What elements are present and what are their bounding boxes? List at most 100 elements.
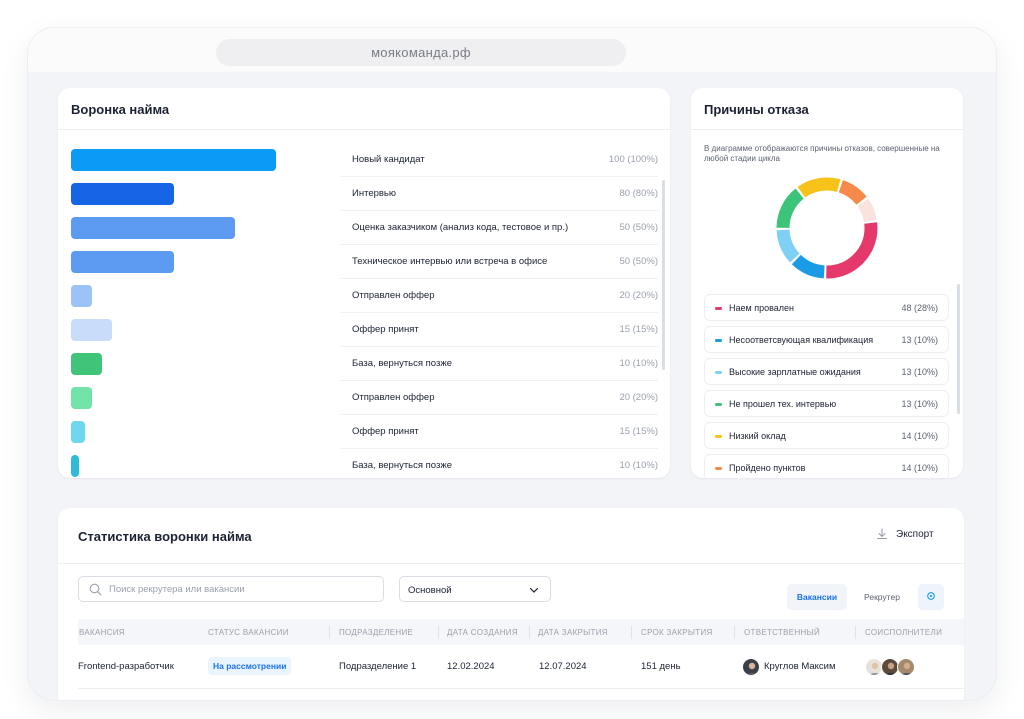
reason-value: 13 (10%) — [901, 367, 938, 377]
col-separator — [438, 626, 439, 639]
col-separator — [631, 626, 632, 639]
funnel-row[interactable]: Новый кандидат 100 (100%) — [71, 143, 658, 177]
funnel-bar — [71, 217, 235, 239]
search-input[interactable] — [109, 581, 369, 598]
reason-item[interactable]: Пройдено пунктов 14 (10%) — [704, 454, 949, 478]
funnel-stage-value: 10 (10%) — [619, 460, 658, 471]
col-coexecutors[interactable]: СОИСПОЛНИТЕЛИ — [865, 628, 942, 637]
funnel-row[interactable]: Интервью 80 (80%) — [71, 177, 658, 211]
funnel-stage-label: Отправлен оффер — [352, 290, 435, 301]
funnel-type-select[interactable]: Основной — [399, 576, 551, 602]
col-separator — [855, 626, 856, 639]
col-term[interactable]: СРОК ЗАКРЫТИЯ — [641, 628, 713, 637]
funnel-row[interactable]: Отправлен оффер 20 (20%) — [71, 381, 658, 415]
funnel-scrollbar[interactable] — [662, 180, 665, 370]
legend-swatch — [715, 435, 722, 438]
export-button[interactable]: Экспорт — [876, 528, 934, 540]
funnel-bar — [71, 183, 174, 205]
col-vacancy[interactable]: ВАКАНСИЯ — [79, 628, 125, 637]
reason-label: Наем провален — [729, 303, 794, 313]
col-responsible[interactable]: ОТВЕТСТВЕННЫЙ — [744, 628, 820, 637]
funnel-title: Воронка найма — [71, 102, 170, 117]
tab-recruiter[interactable]: Рекрутер — [855, 584, 909, 610]
legend-swatch — [715, 467, 722, 470]
export-label: Экспорт — [896, 528, 934, 540]
funnel-bar — [71, 387, 92, 409]
col-department[interactable]: ПОДРАЗДЕЛЕНИЕ — [339, 628, 413, 637]
table-row[interactable]: Frontend-разработчик На рассмотрении Под… — [78, 645, 964, 689]
search-field[interactable] — [78, 576, 384, 602]
reason-label: Высокие зарплатные ожидания — [729, 367, 861, 377]
funnel-stage-label: Оффер принят — [352, 324, 419, 335]
funnel-stage-value: 10 (10%) — [619, 358, 658, 369]
funnel-stage-label: Новый кандидат — [352, 154, 425, 165]
funnel-stage-label: База, вернуться позже — [352, 358, 452, 369]
funnel-bar — [71, 319, 112, 341]
col-created[interactable]: ДАТА СОЗДАНИЯ — [447, 628, 518, 637]
reason-item[interactable]: Высокие зарплатные ожидания 13 (10%) — [704, 358, 949, 385]
tab-vacancies[interactable]: Вакансии — [787, 584, 847, 610]
funnel-stage-value: 15 (15%) — [619, 426, 658, 437]
reasons-description: В диаграмме отображаются причины отказов… — [704, 144, 940, 163]
funnel-stage-label: Интервью — [352, 188, 397, 199]
chevron-down-icon — [528, 583, 540, 595]
reason-label: Низкий оклад — [729, 431, 786, 441]
reason-value: 14 (10%) — [901, 431, 938, 441]
select-value: Основной — [408, 585, 452, 596]
col-status[interactable]: СТАТУС ВАКАНСИИ — [208, 628, 289, 637]
funnel-row[interactable]: Оффер принят 15 (15%) — [71, 313, 658, 347]
funnel-row[interactable]: Оценка заказчиком (анализ кода, тестовое… — [71, 211, 658, 245]
reason-value: 13 (10%) — [901, 335, 938, 345]
cell-department: Подразделение 1 — [339, 661, 417, 672]
reason-item[interactable]: Наем провален 48 (28%) — [704, 294, 949, 321]
status-badge: На рассмотрении — [208, 657, 292, 675]
reason-label: Не прошел тех. интервью — [729, 399, 837, 409]
funnel-stage-label: Отправлен оффер — [352, 392, 435, 403]
col-separator — [329, 626, 330, 639]
funnel-stage-value: 100 (100%) — [608, 154, 658, 165]
funnel-stage-label: Техническое интервью или встреча в офисе — [352, 256, 548, 267]
reason-value: 48 (28%) — [901, 303, 938, 313]
reason-label: Несоответсвующая квалификация — [729, 335, 874, 345]
reason-item[interactable]: Не прошел тех. интервью 13 (10%) — [704, 390, 949, 417]
funnel-stage-value: 20 (20%) — [619, 392, 658, 403]
funnel-stats-card: Статистика воронки найма Экспорт Основно… — [58, 508, 964, 700]
funnel-stage-value: 15 (15%) — [619, 324, 658, 335]
hiring-funnel-card: Воронка найма Новый кандидат 100 (100%) Ин… — [58, 88, 670, 478]
download-icon — [876, 528, 888, 540]
gear-icon — [926, 588, 936, 606]
funnel-row[interactable]: База, вернуться позже 10 (10%) — [71, 449, 658, 478]
funnel-bar — [71, 421, 85, 443]
reasons-donut-chart — [776, 177, 878, 279]
divider — [58, 129, 670, 130]
avatar[interactable] — [742, 658, 760, 676]
app-frame: моякоманда.рф Воронка найма Новый кандид… — [28, 28, 996, 700]
funnel-bar — [71, 455, 79, 477]
stats-title: Статистика воронки найма — [78, 529, 252, 544]
cell-vacancy[interactable]: Frontend-разработчик — [78, 661, 174, 672]
reason-item[interactable]: Низкий оклад 14 (10%) — [704, 422, 949, 449]
legend-swatch — [715, 307, 722, 310]
cell-responsible[interactable]: Круглов Максим — [764, 661, 836, 672]
avatar[interactable] — [897, 658, 915, 676]
funnel-row[interactable]: Отправлен оффер 20 (20%) — [71, 279, 658, 313]
funnel-stage-label: Оценка заказчиком (анализ кода, тестовое… — [352, 222, 569, 233]
funnel-stage-label: Оффер принят — [352, 426, 419, 437]
funnel-stage-label: База, вернуться позже — [352, 460, 452, 471]
funnel-bar — [71, 353, 102, 375]
reason-item[interactable]: Несоответсвующая квалификация 13 (10%) — [704, 326, 949, 353]
funnel-row[interactable]: Оффер принят 15 (15%) — [71, 415, 658, 449]
funnel-stage-value: 80 (80%) — [619, 188, 658, 199]
reason-value: 13 (10%) — [901, 399, 938, 409]
legend-swatch — [715, 371, 722, 374]
settings-button[interactable] — [918, 584, 944, 610]
funnel-row[interactable]: База, вернуться позже 10 (10%) — [71, 347, 658, 381]
reasons-scrollbar[interactable] — [957, 284, 960, 414]
address-bar[interactable]: моякоманда.рф — [216, 39, 626, 66]
reason-label: Пройдено пунктов — [729, 463, 806, 473]
col-separator — [529, 626, 530, 639]
funnel-row[interactable]: Техническое интервью или встреча в офисе… — [71, 245, 658, 279]
funnel-stage-value: 50 (50%) — [619, 222, 658, 233]
col-closed[interactable]: ДАТА ЗАКРЫТИЯ — [538, 628, 608, 637]
col-separator — [734, 626, 735, 639]
